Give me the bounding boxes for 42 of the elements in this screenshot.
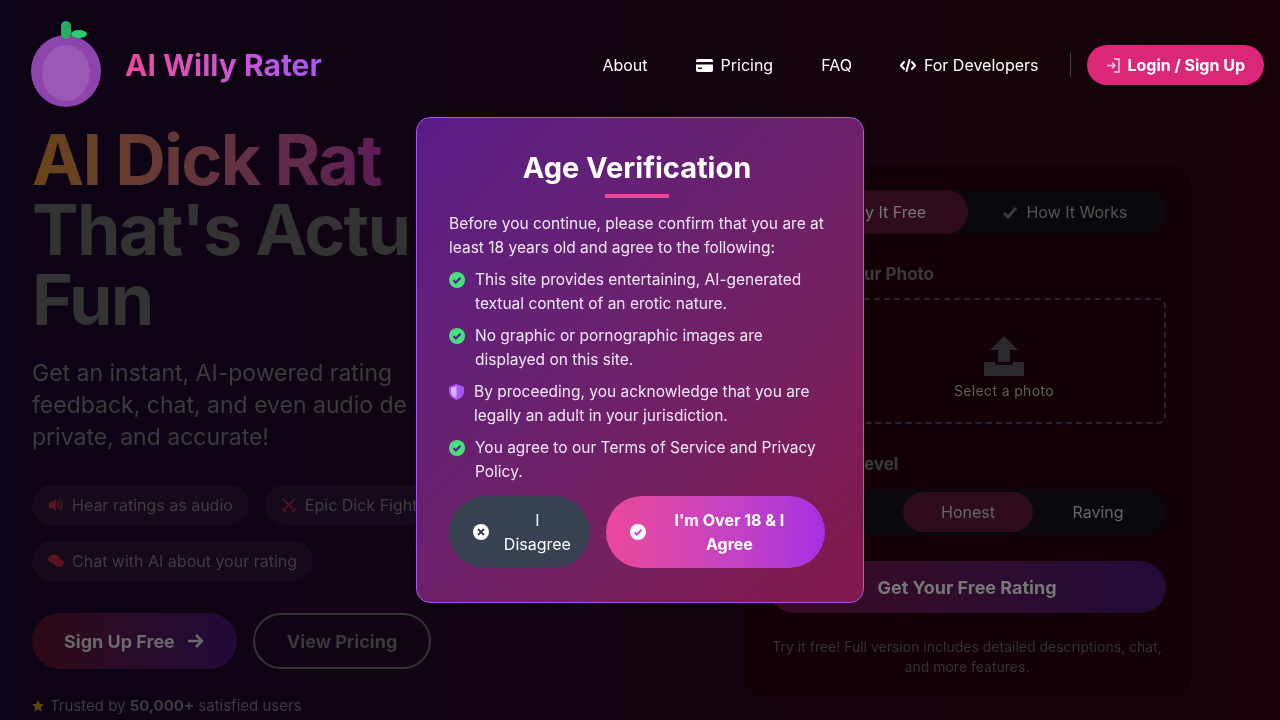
sign-up-button[interactable]: Sign Up Free [32, 613, 237, 669]
check-circle-icon [629, 524, 646, 540]
sign-in-icon [1106, 57, 1122, 73]
credit-card-icon [695, 58, 713, 72]
arrow-right-icon [186, 633, 205, 649]
upload-icon [984, 336, 1024, 376]
check-circle-icon [449, 328, 465, 344]
nav-link[interactable]: About [602, 53, 648, 77]
dialog-title: Age Verification [521, 149, 753, 187]
hero-subtitle: feedback, chat, and even audio de [32, 390, 407, 421]
level-label: evel [864, 453, 899, 474]
trust-text: Trusted by 50,000+ satisfied users [50, 695, 302, 717]
nav-link[interactable]: Pricing [695, 53, 774, 77]
check-circle-icon [449, 440, 465, 456]
eggplant-logo-icon[interactable] [31, 21, 103, 109]
dialog-item-text: This site provides entertaining, AI-generated textual content of an erotic nature. [475, 269, 803, 315]
upload-hint: Select a photo [954, 381, 1054, 401]
shield-icon [449, 384, 464, 400]
upload-label: ur Photo [864, 264, 935, 284]
disagree-button[interactable]: I Disagree [449, 496, 590, 568]
agree-button[interactable]: I'm Over 18 & I Agree [605, 496, 825, 568]
dialog-item-text: No graphic or pornographic images are displayed on this site. [475, 325, 764, 371]
dialog-item-text: You agree to our Terms of Service and Privacy Policy. [475, 437, 817, 483]
card-tab[interactable]: y It Free [864, 190, 968, 234]
level-option[interactable]: Raving [1033, 492, 1163, 532]
swords-icon [280, 497, 297, 513]
dialog-intro: Before you continue, please confirm that you are at least 18 years old and agree to the following: [449, 213, 825, 259]
nav-link[interactable]: For Developers [899, 53, 1039, 77]
code-icon [899, 58, 916, 72]
level-option[interactable]: Honest [903, 492, 1033, 532]
speaker-icon [48, 497, 64, 513]
hero-subtitle: Get an instant, AI-powered rating [32, 358, 393, 389]
nav-link[interactable]: FAQ [821, 53, 852, 77]
card-tab[interactable]: How It Works [968, 190, 1162, 234]
chat-icon [48, 553, 64, 569]
login-button[interactable]: Login / Sign Up [1087, 45, 1264, 85]
star-icon [32, 700, 44, 713]
hero-subtitle: private, and accurate! [32, 422, 269, 453]
check-circle-icon [449, 272, 465, 288]
close-icon [473, 524, 489, 540]
dialog-item-text: By proceeding, you acknowledge that you are legally an adult in your jurisdiction. [474, 381, 811, 427]
check-icon [1002, 205, 1019, 219]
